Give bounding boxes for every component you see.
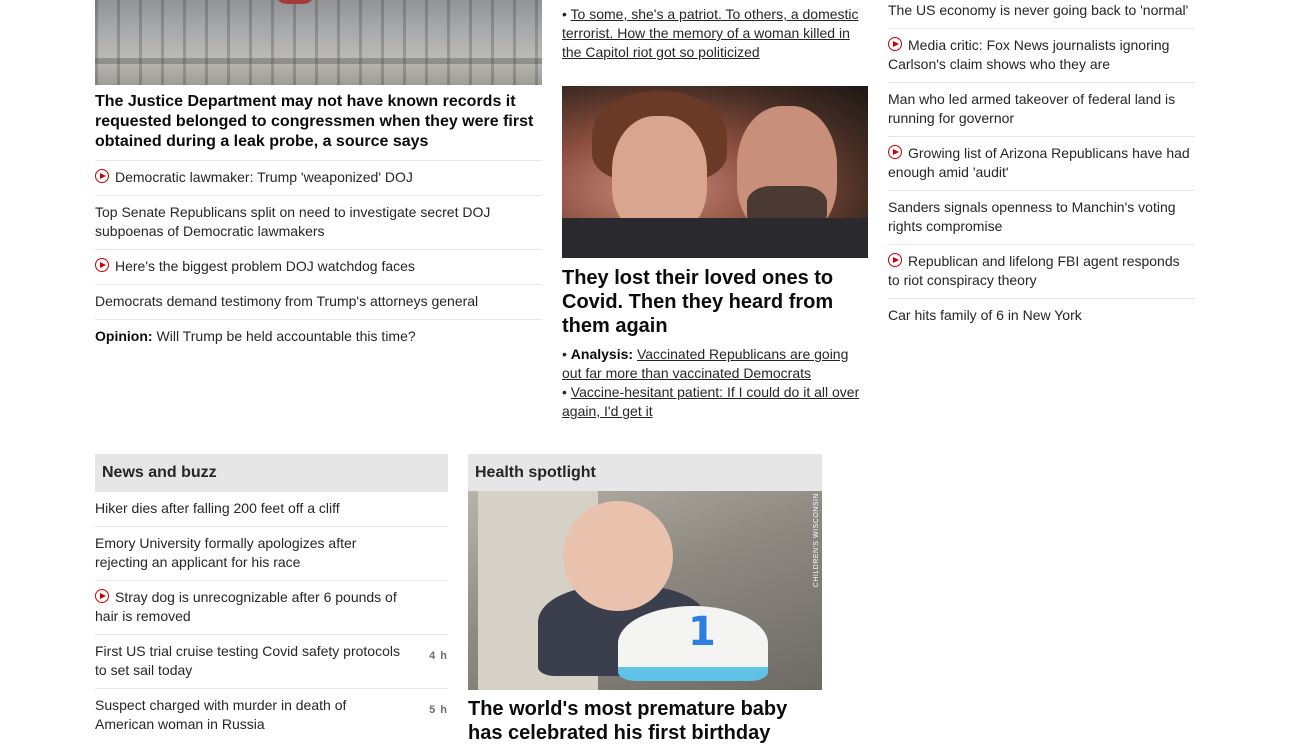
video-play-icon [888, 253, 902, 267]
headline-item[interactable]: Sanders signals openness to Manchin's vo… [888, 190, 1195, 244]
analysis-label: Analysis: [570, 346, 634, 362]
right-headlines-list: The US economy is never going back to 'n… [888, 0, 1195, 333]
opinion-label: Opinion: [95, 328, 153, 344]
related-story-text: Will Trump be held accountable this time… [156, 328, 416, 344]
headline-item[interactable]: Media critic: Fox News journalists ignor… [888, 28, 1195, 82]
headline-text: Car hits family of 6 in New York [888, 307, 1082, 323]
video-play-icon [888, 145, 902, 159]
shirts [562, 218, 868, 258]
related-story-text: Top Senate Republicans split on need to … [95, 204, 491, 239]
news-item-text: Stray dog is unrecognizable after 6 poun… [95, 589, 397, 624]
image-credit: CHILDREN'S WISCONSIN [813, 493, 820, 588]
bullet-link-row: • To some, she's a patriot. To others, a… [562, 6, 859, 60]
right-headlines-column: The US economy is never going back to 'n… [888, 0, 1195, 333]
headline-text: Republican and lifelong FBI agent respon… [888, 253, 1180, 288]
building-ledge [95, 58, 542, 64]
news-item-text: Hiker dies after falling 200 feet off a … [95, 500, 340, 516]
news-item[interactable]: Suspect charged with murder in death of … [95, 688, 448, 742]
headline-item[interactable]: Car hits family of 6 in New York [888, 298, 1195, 333]
video-play-icon [95, 258, 109, 272]
news-item[interactable]: First US trial cruise testing Covid safe… [95, 634, 448, 688]
news-item-text: First US trial cruise testing Covid safe… [95, 643, 400, 678]
related-story-item[interactable]: Democratic lawmaker: Trump 'weaponized' … [95, 160, 542, 195]
news-timestamp: 4 h [429, 650, 448, 662]
related-story-text: Here's the biggest problem DOJ watchdog … [115, 258, 415, 274]
related-story-text: Democratic lawmaker: Trump 'weaponized' … [115, 169, 413, 185]
health-headline[interactable]: The world's most premature baby has cele… [468, 697, 822, 745]
premature-baby-birthday-photo[interactable]: 1 CHILDREN'S WISCONSIN [468, 491, 822, 690]
headline-text: Sanders signals openness to Manchin's vo… [888, 199, 1176, 234]
headline-item[interactable]: Republican and lifelong FBI agent respon… [888, 244, 1195, 298]
news-item-text: Emory University formally apologizes aft… [95, 535, 357, 570]
news-item[interactable]: Stray dog is unrecognizable after 6 poun… [95, 580, 448, 634]
news-item[interactable]: Hiker dies after falling 200 feet off a … [95, 491, 448, 526]
capitol-riot-link[interactable]: To some, she's a patriot. To others, a d… [562, 6, 859, 60]
headline-text: The US economy is never going back to 'n… [888, 2, 1189, 18]
building-facade [95, 0, 542, 85]
bullet-link-row: • Vaccine-hesitant patient: If I could d… [562, 384, 860, 419]
headline-text: Media critic: Fox News journalists ignor… [888, 37, 1170, 72]
related-story-item[interactable]: Opinion: Will Trump be held accountable t… [95, 319, 542, 354]
covid-couple-photo[interactable] [562, 86, 868, 258]
related-link[interactable]: Vaccine-hesitant patient: If I could do … [562, 384, 859, 419]
related-stories-list: Democratic lawmaker: Trump 'weaponized' … [95, 160, 542, 354]
main-headline[interactable]: The Justice Department may not have know… [95, 92, 542, 160]
covid-headline[interactable]: They lost their loved ones to Covid. The… [562, 266, 868, 338]
cake-number: 1 [688, 609, 716, 655]
related-story-item[interactable]: Democrats demand testimony from Trump's … [95, 284, 542, 319]
news-item[interactable]: Emory University formally apologizes aft… [95, 526, 448, 580]
news-and-buzz-list: Hiker dies after falling 200 feet off a … [95, 491, 448, 742]
news-and-buzz-header: News and buzz [95, 454, 448, 491]
bullet-link-row: • Analysis: Vaccinated Republicans are g… [562, 346, 849, 381]
video-play-icon [95, 169, 109, 183]
headline-text: Man who led armed takeover of federal la… [888, 91, 1176, 126]
middle-story-column: • To some, she's a patriot. To others, a… [562, 0, 868, 421]
related-story-text: Democrats demand testimony from Trump's … [95, 293, 479, 309]
news-timestamp: 5 h [429, 704, 448, 716]
health-spotlight-header: Health spotlight [468, 454, 822, 491]
baby-head [563, 501, 673, 611]
video-play-icon [95, 589, 109, 603]
video-play-icon [888, 37, 902, 51]
related-story-item[interactable]: Here's the biggest problem DOJ watchdog … [95, 249, 542, 284]
justice-department-building-image[interactable] [95, 0, 542, 85]
top-related-links: • To some, she's a patriot. To others, a… [562, 5, 868, 62]
covid-related-links: • Analysis: Vaccinated Republicans are g… [562, 345, 868, 421]
headline-item[interactable]: The US economy is never going back to 'n… [888, 0, 1195, 28]
headline-item[interactable]: Man who led armed takeover of federal la… [888, 82, 1195, 136]
left-story-column: The Justice Department may not have know… [95, 0, 542, 354]
headline-item[interactable]: Growing list of Arizona Republicans have… [888, 136, 1195, 190]
headline-text: Growing list of Arizona Republicans have… [888, 145, 1190, 180]
related-story-item[interactable]: Top Senate Republicans split on need to … [95, 195, 542, 249]
news-item-text: Suspect charged with murder in death of … [95, 697, 347, 732]
